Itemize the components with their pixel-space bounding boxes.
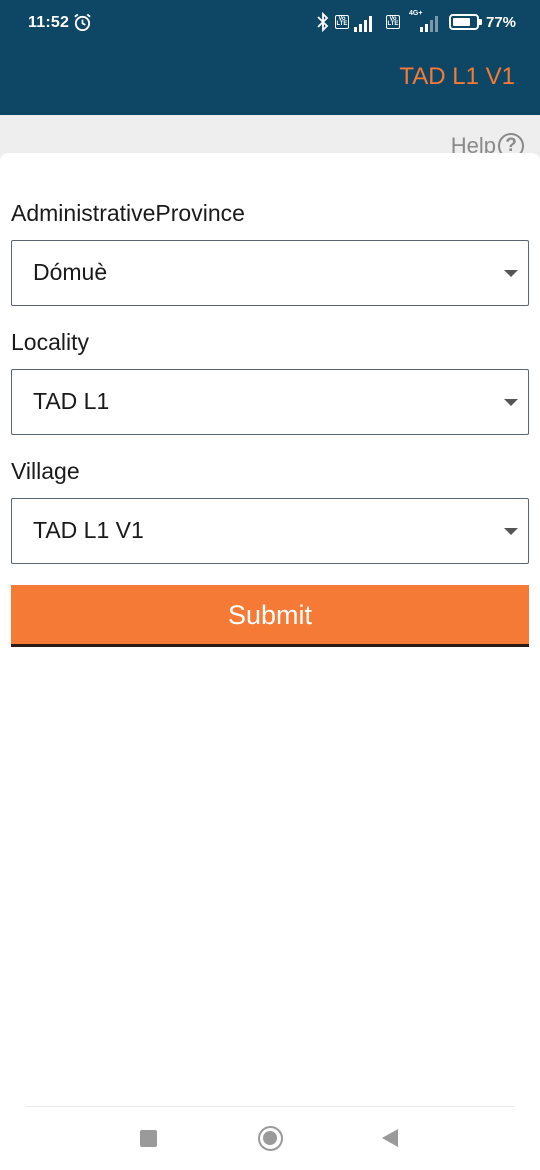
home-icon[interactable] — [258, 1126, 283, 1151]
back-icon[interactable] — [382, 1129, 398, 1147]
battery-level-fill — [453, 18, 470, 26]
form-card: AdministrativeProvince Dómuè Locality TA… — [0, 153, 540, 1103]
chevron-down-icon — [504, 270, 518, 277]
system-nav-bar — [0, 1107, 540, 1170]
status-bar: 11:52 Vo LTE Vo LTE 4G+ 77% — [0, 0, 540, 38]
province-select[interactable]: Dómuè — [11, 240, 529, 306]
submit-button[interactable]: Submit — [11, 585, 529, 647]
volte-icon: Vo LTE — [386, 15, 400, 29]
locality-select[interactable]: TAD L1 — [11, 369, 529, 435]
signal-icon — [420, 13, 438, 32]
app-title: TAD L1 V1 — [399, 63, 515, 90]
locality-value: TAD L1 — [33, 388, 110, 414]
chevron-down-icon — [504, 399, 518, 406]
battery-percent: 77% — [486, 14, 517, 31]
bluetooth-icon — [317, 12, 329, 32]
signal-icon — [354, 13, 372, 32]
village-select[interactable]: TAD L1 V1 — [11, 498, 529, 564]
province-label: AdministrativeProvince — [11, 200, 245, 226]
village-label: Village — [11, 458, 80, 484]
app-bar: TAD L1 V1 — [0, 38, 540, 115]
province-value: Dómuè — [33, 259, 108, 285]
chevron-down-icon — [504, 528, 518, 535]
locality-label: Locality — [11, 329, 89, 355]
alarm-icon — [74, 13, 91, 32]
village-value: TAD L1 V1 — [33, 517, 144, 543]
battery-icon — [449, 14, 482, 30]
volte-icon: Vo LTE — [335, 15, 349, 29]
status-time: 11:52 — [28, 14, 70, 31]
recents-icon[interactable] — [140, 1130, 157, 1147]
